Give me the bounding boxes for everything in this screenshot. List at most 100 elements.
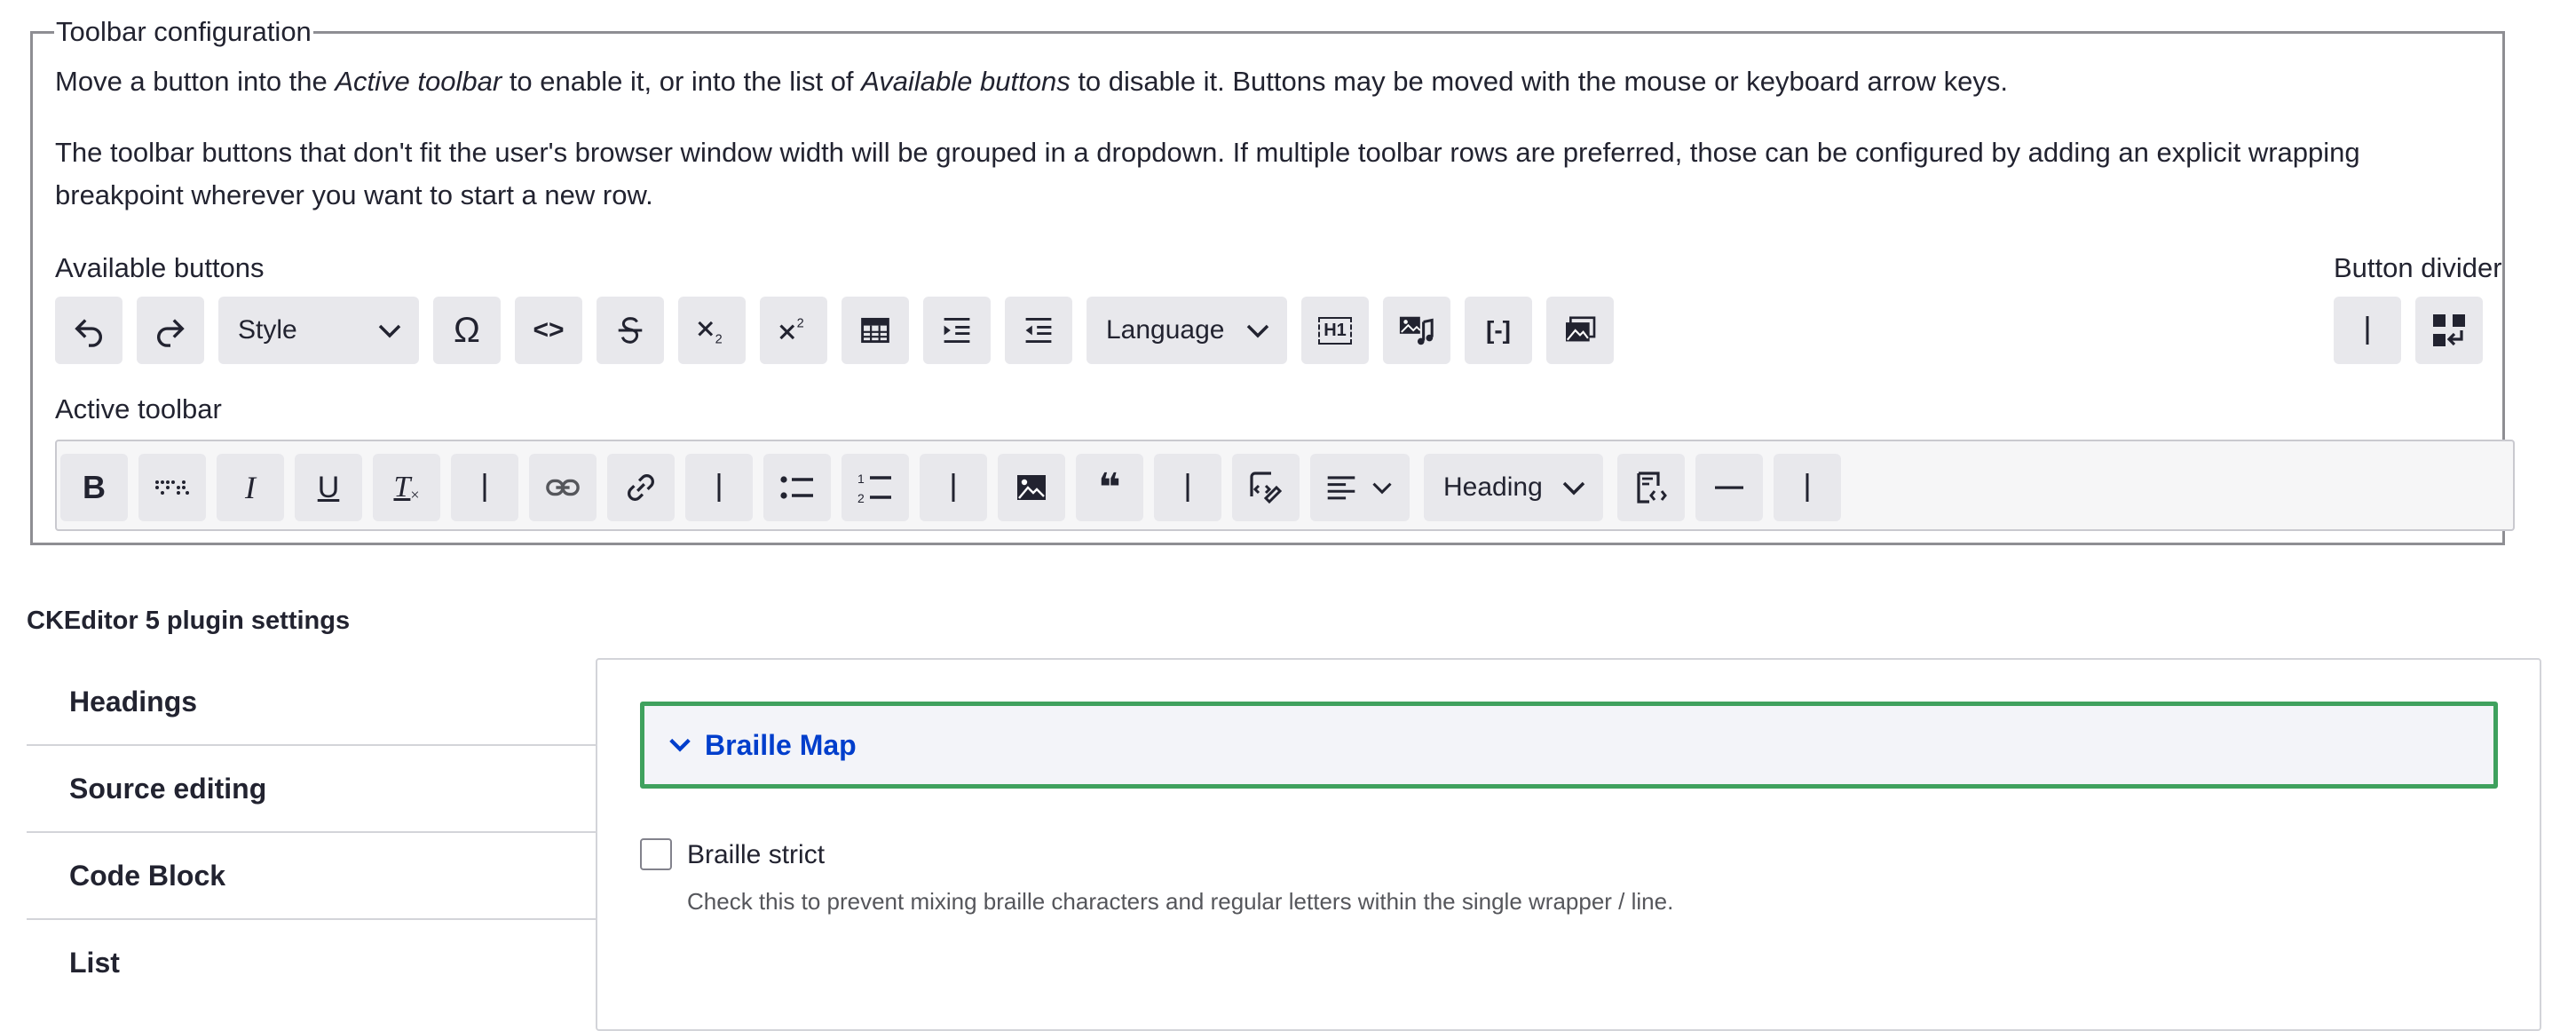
toolbar-divider[interactable] (685, 454, 753, 521)
outdent-button[interactable] (1005, 297, 1072, 364)
redo-button[interactable] (137, 297, 204, 364)
indent-button[interactable] (923, 297, 991, 364)
bulleted-list-button[interactable] (763, 454, 831, 521)
italic-button[interactable]: I (217, 454, 284, 521)
vertical-tab-label: Code Block (69, 860, 226, 892)
bulleted-list-icon (780, 476, 813, 499)
undo-button[interactable] (55, 297, 122, 364)
code-icon: <> (533, 315, 565, 345)
toolbar-divider[interactable] (451, 454, 518, 521)
horizontal-line-icon (1715, 486, 1743, 489)
unlink-button[interactable] (529, 454, 597, 521)
divider-icon (2366, 316, 2369, 345)
source-editing-button[interactable] (1232, 454, 1300, 521)
braille-map-details-summary[interactable]: Braille Map (640, 702, 2498, 789)
align-icon (1327, 476, 1355, 500)
unlink-icon (546, 479, 580, 496)
blockquote-icon: ❝ (1098, 465, 1121, 510)
wrapping-button[interactable] (2415, 297, 2483, 364)
vertical-tab-source-editing[interactable]: Source editing (27, 746, 597, 833)
underline-button[interactable]: U (295, 454, 362, 521)
divider-button[interactable] (2334, 297, 2401, 364)
active-toolbar-emphasis: Active toolbar (335, 66, 502, 97)
special-characters-icon: Ω (454, 310, 480, 350)
horizontal-line-button[interactable] (1695, 454, 1763, 521)
chevron-down-icon (669, 738, 691, 752)
strikethrough-icon (618, 317, 643, 344)
alignment-dropdown-button[interactable] (1310, 454, 1410, 521)
vertical-tab-label: List (69, 947, 120, 979)
image-icon (1017, 475, 1046, 500)
divider-icon (1806, 473, 1809, 502)
link-button[interactable] (607, 454, 675, 521)
braille-map-title: Braille Map (705, 729, 857, 761)
numbered-list-icon: 12 (857, 472, 891, 504)
undo-icon (75, 319, 102, 347)
plugin-settings-title: CKEditor 5 plugin settings (27, 607, 351, 635)
blockquote-button[interactable]: ❝ (1076, 454, 1143, 521)
code-button[interactable]: <> (515, 297, 582, 364)
vertical-tab-label: Headings (69, 686, 198, 718)
heading-h1-icon: H1 (1318, 316, 1352, 345)
indent-icon (944, 317, 970, 344)
braille-strict-checkbox[interactable] (640, 838, 672, 870)
toolbar-divider[interactable] (1774, 454, 1841, 521)
braille-dots-button[interactable] (138, 454, 206, 521)
link-icon (628, 474, 654, 501)
language-dropdown-button[interactable]: Language (1087, 297, 1287, 364)
svg-text:2: 2 (797, 316, 804, 330)
chevron-down-icon (1246, 324, 1269, 338)
subscript-button[interactable]: 2 (678, 297, 746, 364)
remove-format-button[interactable]: T × (373, 454, 440, 521)
available-buttons-label: Available buttons (55, 252, 265, 283)
table-icon (861, 317, 889, 344)
heading-h1-button[interactable]: H1 (1301, 297, 1369, 364)
svg-text:2: 2 (715, 333, 723, 347)
code-block-icon (1637, 472, 1667, 504)
style-dropdown-button[interactable]: Style (218, 297, 419, 364)
chevron-down-icon (378, 324, 401, 338)
table-button[interactable] (842, 297, 909, 364)
chevron-down-icon (1372, 482, 1392, 495)
divider-icon (952, 473, 955, 502)
vertical-tab-code-block[interactable]: Code Block (27, 833, 597, 920)
redo-icon (157, 319, 185, 347)
superscript-icon: 2 (779, 316, 804, 340)
braille-strict-label[interactable]: Braille strict (687, 840, 825, 870)
available-buttons-emphasis: Available buttons (861, 66, 1071, 97)
toolbar-divider[interactable] (920, 454, 987, 521)
heading-dropdown-button[interactable]: Heading (1424, 454, 1603, 521)
toolbar-divider[interactable] (1154, 454, 1221, 521)
special-characters-button[interactable]: Ω (433, 297, 501, 364)
underline-icon: U (317, 470, 340, 504)
strikethrough-button[interactable] (597, 297, 664, 364)
source-editing-icon (1250, 472, 1283, 504)
language-dropdown-label: Language (1106, 315, 1225, 345)
divider-icon (483, 473, 486, 502)
toolbar-help-text-2: The toolbar buttons that don't fit the u… (55, 137, 2360, 210)
divider-icon (717, 473, 721, 502)
style-dropdown-label: Style (238, 315, 297, 345)
subscript-icon: 2 (698, 321, 723, 347)
bold-button[interactable]: B (60, 454, 128, 521)
numbered-list-button[interactable]: 12 (842, 454, 909, 521)
braille-dots-icon (155, 480, 189, 495)
media-library-icon (1566, 316, 1596, 342)
heading-dropdown-label: Heading (1443, 472, 1543, 502)
divider-icon (1186, 473, 1189, 502)
media-button[interactable] (1383, 297, 1450, 364)
vertical-tab-list[interactable]: List (27, 920, 597, 1007)
braille-strict-description: Check this to prevent mixing braille cha… (687, 888, 1674, 915)
italic-icon: I (245, 470, 256, 505)
superscript-button[interactable]: 2 (760, 297, 827, 364)
svg-text:1: 1 (857, 472, 865, 486)
image-button[interactable] (998, 454, 1065, 521)
vertical-tab-headings[interactable]: Headings (27, 659, 597, 746)
svg-text:2: 2 (857, 491, 865, 504)
braille-button[interactable]: [-] (1465, 297, 1532, 364)
wrapping-icon (2433, 314, 2465, 346)
code-block-button[interactable] (1617, 454, 1685, 521)
chevron-down-icon (1562, 481, 1585, 496)
media-library-button[interactable] (1546, 297, 1614, 364)
outdent-icon (1025, 317, 1052, 344)
